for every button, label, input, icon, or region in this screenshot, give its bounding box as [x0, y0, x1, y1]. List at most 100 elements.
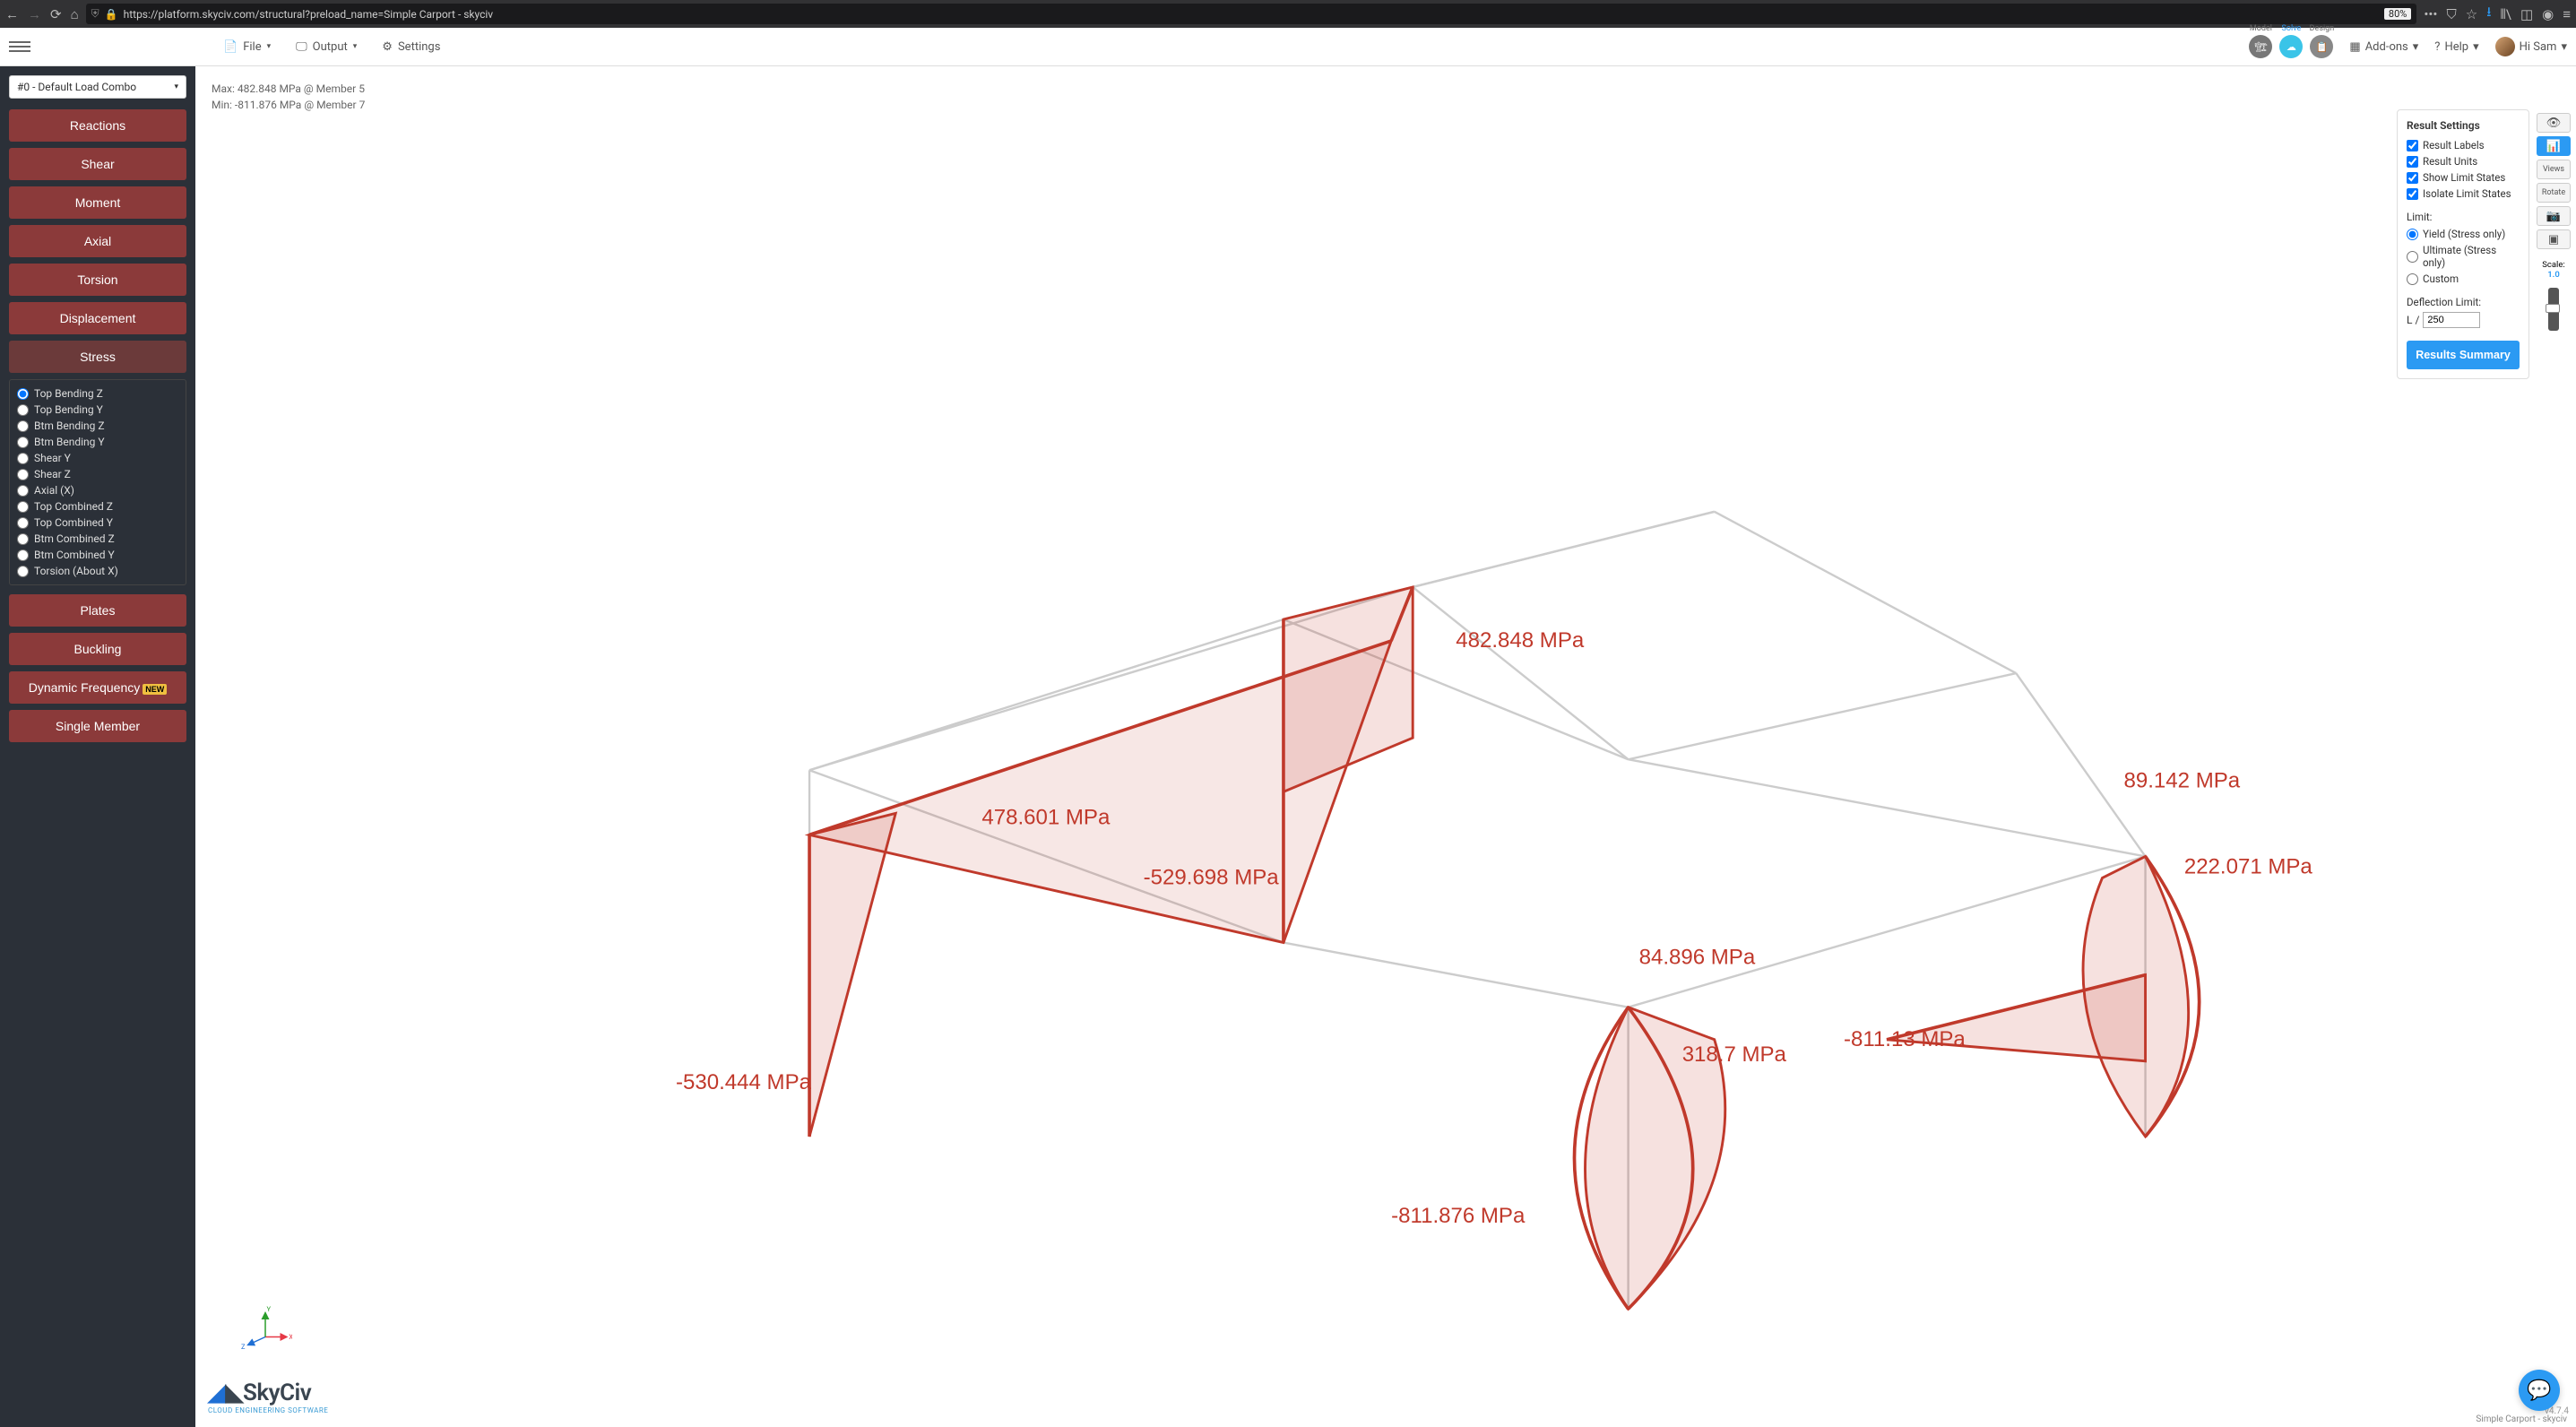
- stress-value-label: 318.7 MPa: [1682, 1042, 1787, 1067]
- limit-yield-radio[interactable]: Yield (Stress only): [2407, 226, 2520, 242]
- rotate-button[interactable]: Rotate: [2537, 183, 2571, 203]
- scale-label: Scale: 1.0: [2537, 260, 2571, 281]
- stress-option[interactable]: Axial (X): [17, 482, 178, 498]
- result-labels-checkbox[interactable]: Result Labels: [2407, 137, 2520, 153]
- file-menu[interactable]: 📄File▾: [223, 40, 271, 54]
- zoom-level[interactable]: 80%: [2384, 8, 2411, 20]
- sidebar-icon[interactable]: ◫: [2520, 6, 2533, 22]
- pocket-icon[interactable]: ⛉: [2447, 6, 2457, 22]
- stress-option[interactable]: Top Combined Z: [17, 498, 178, 515]
- camera-icon: 📷: [2546, 210, 2561, 223]
- settings-menu[interactable]: ⚙Settings: [382, 40, 440, 54]
- stress-value-label: 222.071 MPa: [2184, 855, 2313, 879]
- moment-button[interactable]: Moment: [9, 186, 186, 219]
- download-icon[interactable]: ⭳: [2486, 3, 2491, 25]
- single-member-button[interactable]: Single Member: [9, 710, 186, 742]
- skyciv-logo: ◢◣SkyCiv CLOUD ENGINEERING SOFTWARE: [208, 1379, 328, 1414]
- new-badge: NEW: [143, 684, 167, 695]
- chevron-down-icon: ▾: [174, 82, 178, 91]
- stress-option[interactable]: Btm Bending Y: [17, 434, 178, 450]
- torsion-button[interactable]: Torsion: [9, 264, 186, 296]
- grid-icon: ▦: [2349, 40, 2360, 54]
- stat-max: Max: 482.848 MPa @ Member 5: [212, 81, 365, 97]
- stress-value-label: 84.896 MPa: [1639, 946, 1756, 970]
- isolate-limit-checkbox[interactable]: Isolate Limit States: [2407, 186, 2520, 202]
- camera-button[interactable]: 📷: [2537, 206, 2571, 226]
- library-icon[interactable]: ⫴\: [2500, 6, 2511, 22]
- stress-option[interactable]: Top Bending Y: [17, 402, 178, 418]
- home-icon[interactable]: ⌂: [71, 6, 79, 22]
- shear-button[interactable]: Shear: [9, 148, 186, 180]
- lock-icon: 🔒: [105, 8, 118, 21]
- footer-title: Simple Carport - skyciv: [2476, 1414, 2567, 1424]
- stress-value-label: -811.876 MPa: [1391, 1204, 1526, 1228]
- stress-option[interactable]: Torsion (About X): [17, 563, 178, 579]
- dots-icon[interactable]: •••: [2424, 6, 2437, 22]
- hamburger-icon[interactable]: [9, 36, 30, 57]
- avatar: [2495, 37, 2515, 56]
- mode-design-icon[interactable]: Design📋: [2310, 35, 2333, 58]
- svg-text:Y: Y: [267, 1305, 272, 1313]
- stress-option[interactable]: Top Bending Z: [17, 385, 178, 402]
- limit-ultimate-radio[interactable]: Ultimate (Stress only): [2407, 242, 2520, 271]
- load-combo-select[interactable]: #0 - Default Load Combo ▾: [9, 75, 186, 99]
- reload-icon[interactable]: ⟳: [50, 6, 62, 22]
- chart-icon: 📊: [2546, 140, 2561, 153]
- stress-value-label: 482.848 MPa: [1456, 628, 1585, 653]
- deflection-input[interactable]: [2423, 312, 2480, 328]
- stress-option[interactable]: Shear Y: [17, 450, 178, 466]
- mode-model-icon[interactable]: Model🏗: [2249, 35, 2272, 58]
- chart-button[interactable]: 📊: [2537, 136, 2571, 156]
- result-units-checkbox[interactable]: Result Units: [2407, 153, 2520, 169]
- stress-option[interactable]: Btm Combined Y: [17, 547, 178, 563]
- canvas[interactable]: Max: 482.848 MPa @ Member 5 Min: -811.87…: [195, 66, 2576, 1427]
- help-menu[interactable]: ?Help▾: [2434, 40, 2478, 54]
- shield-icon: ⛨: [91, 7, 99, 21]
- axial-button[interactable]: Axial: [9, 225, 186, 257]
- account-icon[interactable]: ◉: [2542, 6, 2554, 22]
- gear-icon: ⚙: [382, 40, 393, 54]
- user-menu[interactable]: Hi Sam▾: [2495, 37, 2567, 56]
- stress-value-label: 89.142 MPa: [2124, 768, 2241, 792]
- record-icon: ▣: [2548, 233, 2559, 246]
- stress-option[interactable]: Btm Combined Z: [17, 531, 178, 547]
- results-summary-button[interactable]: Results Summary: [2407, 341, 2520, 369]
- chat-button[interactable]: 💬: [2519, 1370, 2560, 1411]
- stress-options-panel: Top Bending Z Top Bending Y Btm Bending …: [9, 379, 186, 585]
- reactions-button[interactable]: Reactions: [9, 109, 186, 142]
- structure-diagram: 482.848 MPa 478.601 MPa -529.698 MPa -53…: [249, 102, 2361, 1427]
- bookmark-icon[interactable]: ☆: [2466, 6, 2477, 22]
- deflection-label: Deflection Limit:: [2407, 296, 2520, 308]
- dynamic-frequency-button[interactable]: Dynamic FrequencyNEW: [9, 671, 186, 704]
- url-bar[interactable]: ⛨ 🔒 https://platform.skyciv.com/structur…: [86, 4, 2417, 24]
- mode-solve-icon[interactable]: Solve☁: [2279, 35, 2303, 58]
- stress-value-label: -529.698 MPa: [1144, 866, 1280, 890]
- back-icon[interactable]: ←: [5, 6, 19, 22]
- output-menu[interactable]: 🖵Output▾: [296, 40, 357, 54]
- menu-icon[interactable]: ≡: [2563, 6, 2571, 22]
- url-text: https://platform.skyciv.com/structural?p…: [124, 8, 494, 21]
- views-button[interactable]: Views: [2537, 160, 2571, 179]
- forward-icon[interactable]: →: [28, 6, 41, 22]
- result-settings-title: Result Settings: [2407, 119, 2520, 132]
- show-limit-checkbox[interactable]: Show Limit States: [2407, 169, 2520, 186]
- stress-button[interactable]: Stress: [9, 341, 186, 373]
- scale-slider[interactable]: [2548, 288, 2559, 331]
- plates-button[interactable]: Plates: [9, 594, 186, 627]
- addons-menu[interactable]: ▦Add-ons▾: [2349, 40, 2418, 54]
- results-sidebar: #0 - Default Load Combo ▾ Reactions Shea…: [0, 66, 195, 1427]
- axis-gizmo: X Y Z: [238, 1303, 292, 1357]
- displacement-button[interactable]: Displacement: [9, 302, 186, 334]
- stress-value-label: -811.13 MPa: [1844, 1027, 1966, 1051]
- record-button[interactable]: ▣: [2537, 229, 2571, 249]
- right-toolbar: 👁 📊 Views Rotate 📷 ▣ Scale: 1.0: [2537, 113, 2571, 334]
- visibility-button[interactable]: 👁: [2537, 113, 2571, 133]
- stress-option[interactable]: Top Combined Y: [17, 515, 178, 531]
- stress-option[interactable]: Btm Bending Z: [17, 418, 178, 434]
- limit-label: Limit:: [2407, 211, 2520, 223]
- stress-option[interactable]: Shear Z: [17, 466, 178, 482]
- file-icon: 📄: [223, 40, 238, 54]
- buckling-button[interactable]: Buckling: [9, 633, 186, 665]
- help-icon: ?: [2434, 40, 2440, 54]
- limit-custom-radio[interactable]: Custom: [2407, 271, 2520, 287]
